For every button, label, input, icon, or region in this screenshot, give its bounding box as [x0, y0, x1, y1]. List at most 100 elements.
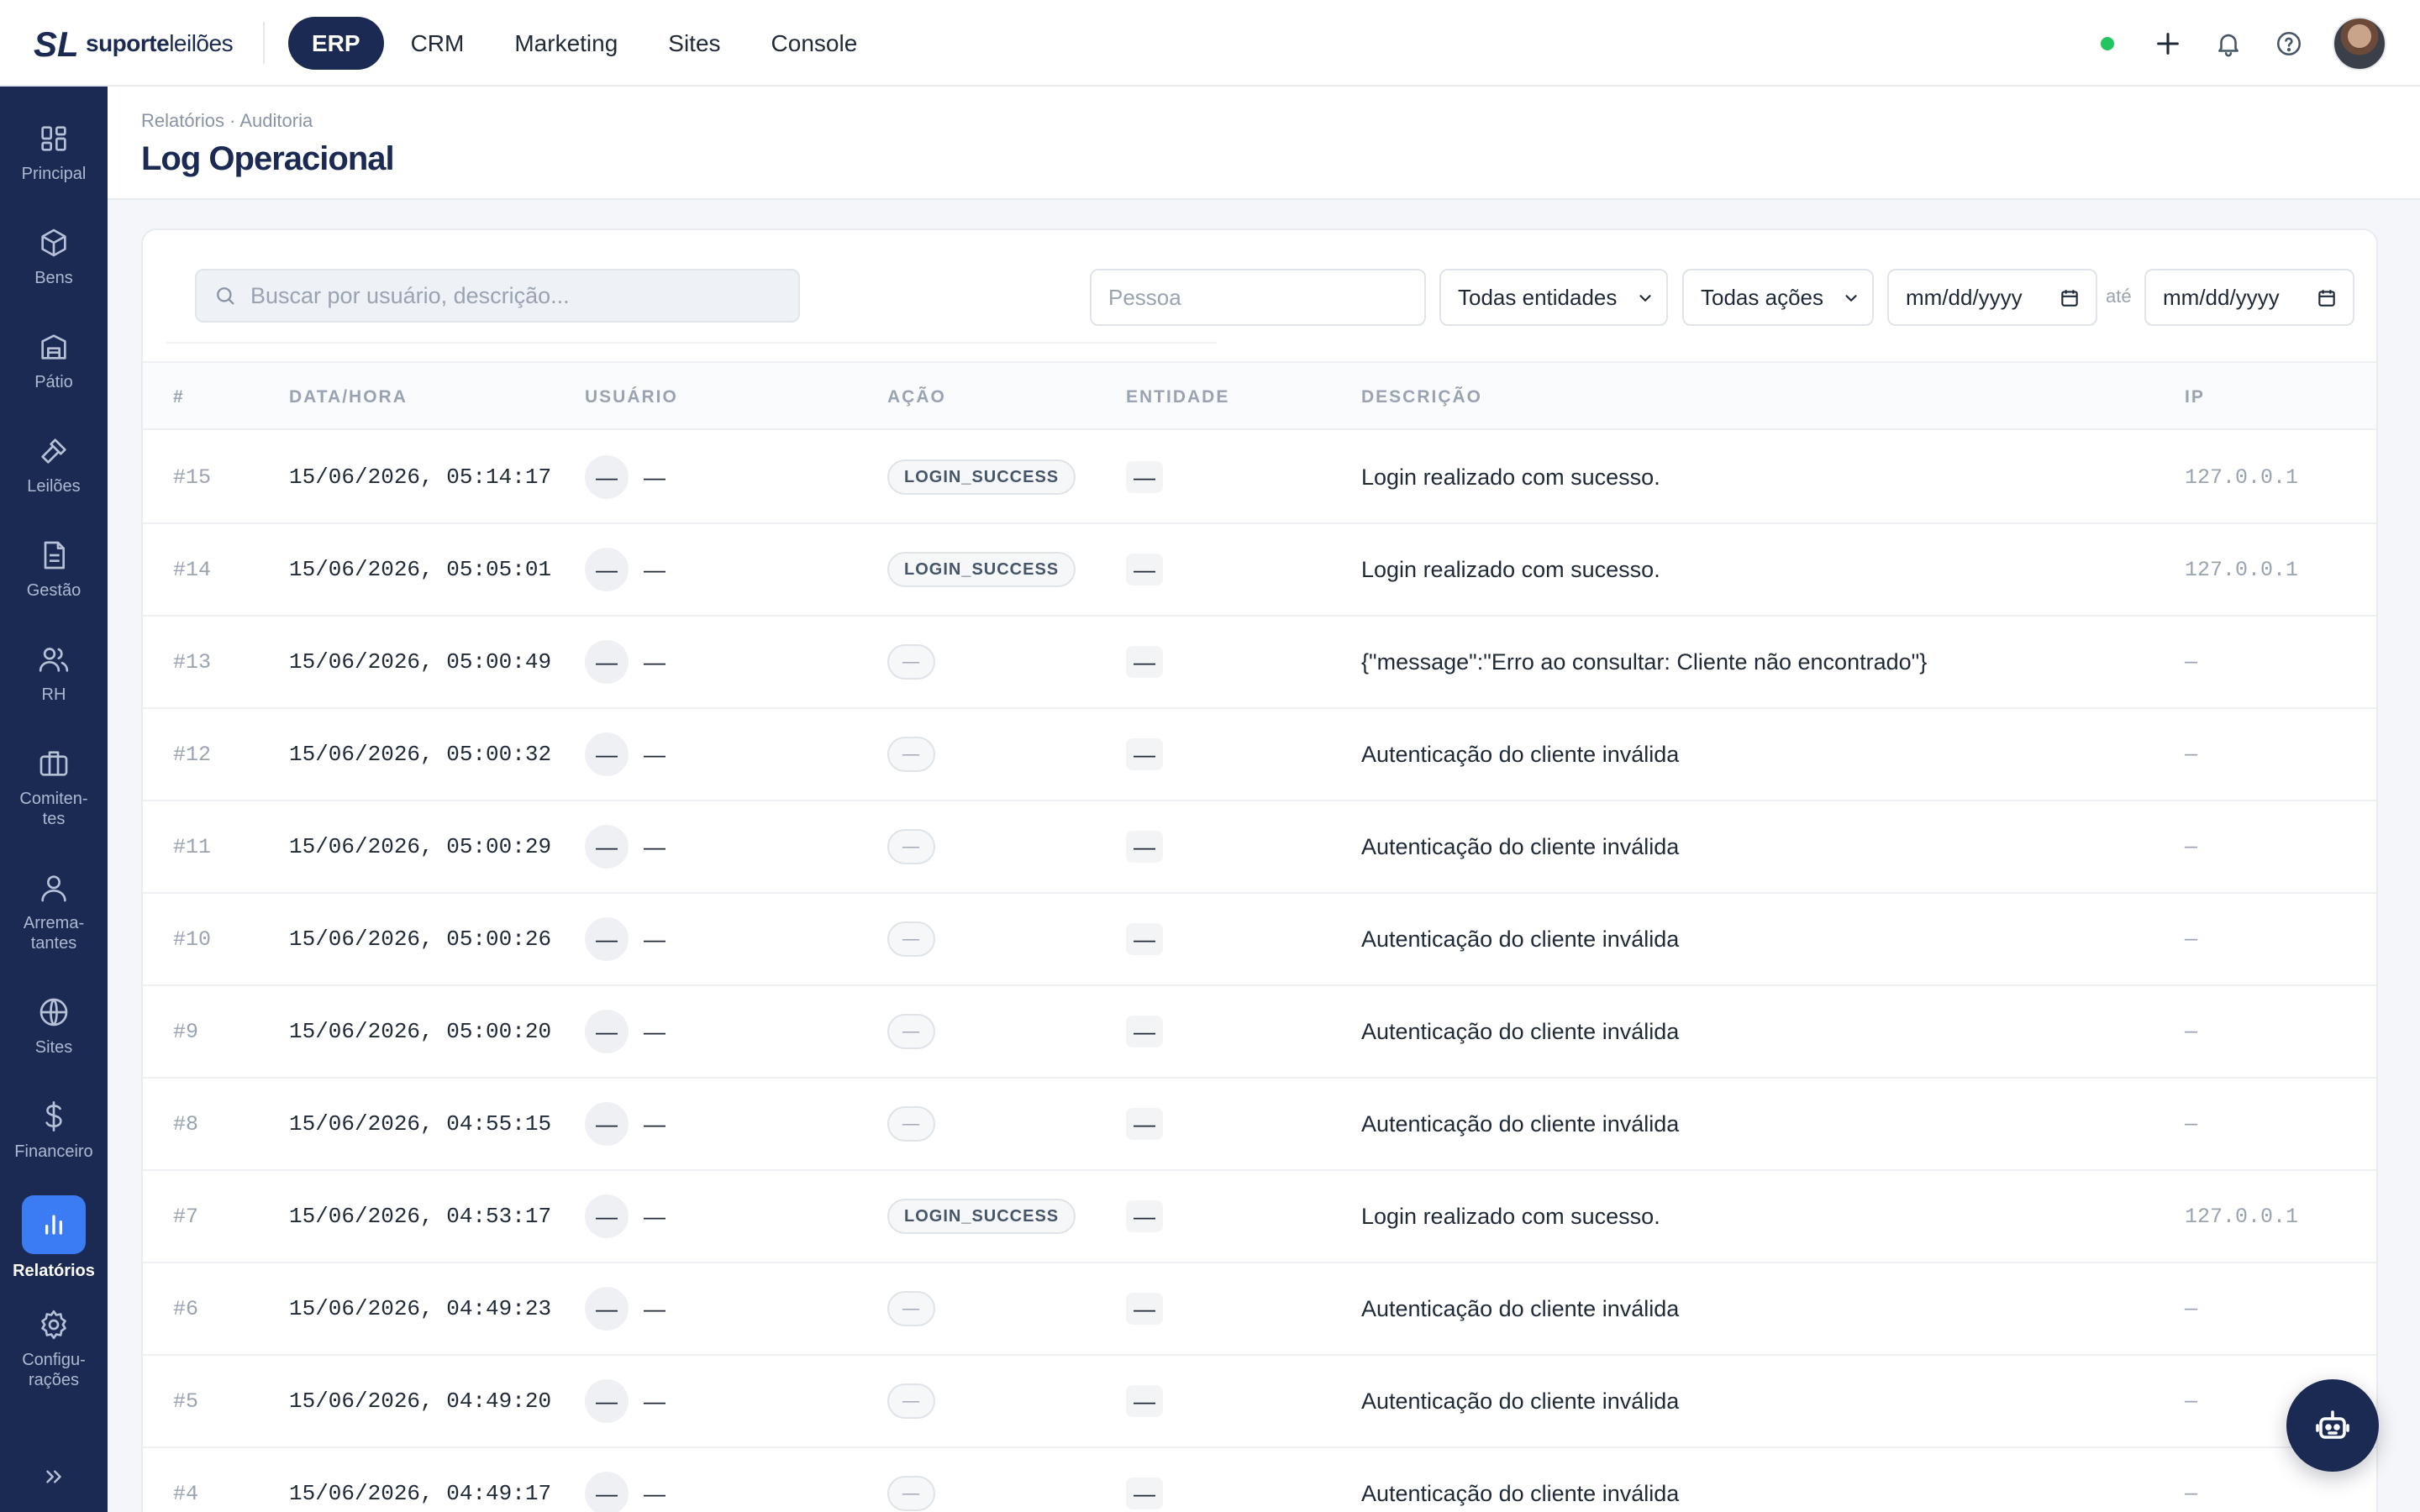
sidebar-item-configuracoes[interactable]: Configu- rações	[0, 1306, 108, 1390]
cell-description-text: Login realizado com sucesso.	[1361, 556, 1660, 582]
cell-ip-text: 127.0.0.1	[2185, 465, 2299, 490]
search-input[interactable]	[250, 282, 788, 309]
column-header-description[interactable]: DESCRIÇÃO	[1361, 363, 1482, 432]
table-row[interactable]: #12 15/06/2026, 05:00:32— — — — Autenticação …	[143, 709, 2376, 801]
chevron-down-icon	[1845, 295, 1857, 302]
sidebar-item-financeiro[interactable]: Financeiro	[0, 1098, 108, 1162]
cell-description-text: Autenticação do cliente inválida	[1361, 1018, 1680, 1044]
cell-entity: —	[1126, 1079, 1163, 1169]
action-badge: LOGIN_SUCCESS	[887, 1199, 1076, 1234]
table-row[interactable]: #10 15/06/2026, 05:00:26— — — — Autenticação …	[143, 894, 2376, 986]
column-header-datetime[interactable]: DATA/HORA	[289, 363, 408, 432]
table-row[interactable]: #6 15/06/2026, 04:49:23— — — — Autenticação d…	[143, 1263, 2376, 1356]
cell-entity: —	[1126, 709, 1163, 800]
nav-erp[interactable]: ERP	[288, 17, 384, 70]
sidebar-item-rh[interactable]: RH	[0, 641, 108, 705]
globe-icon	[35, 994, 72, 1031]
cell-entity: —	[1126, 1263, 1163, 1354]
cell-ip-text: —	[2185, 1481, 2198, 1506]
nav-sites[interactable]: Sites	[644, 17, 744, 70]
table-row[interactable]: #9 15/06/2026, 05:00:20— — — — Autenticação d…	[143, 986, 2376, 1079]
cell-description-text: Login realizado com sucesso.	[1361, 464, 1660, 490]
user-avatar-placeholder: —	[585, 732, 629, 776]
cell-id: #7	[173, 1171, 198, 1262]
table-row[interactable]: #4 15/06/2026, 04:49:17— — — — Autenticação d…	[143, 1448, 2376, 1512]
sidebar-item-bens[interactable]: Bens	[0, 224, 108, 288]
cell-id-text: #15	[173, 465, 212, 490]
cell-ip: —	[2185, 1448, 2197, 1512]
online-status-dot	[2101, 36, 2114, 50]
cell-ip: —	[2185, 1356, 2197, 1446]
user-name: —	[644, 464, 666, 490]
acao-select[interactable]: Todas ações	[1682, 269, 1874, 326]
column-header-ip[interactable]: IP	[2185, 363, 2205, 432]
cell-datetime-text: 15/06/2026, 05:00:29	[289, 834, 552, 859]
pessoa-input[interactable]: Pessoa	[1090, 269, 1426, 326]
column-header-id[interactable]: #	[173, 363, 185, 432]
sidebar-expand-button[interactable]	[0, 1458, 108, 1495]
cell-description-text: {"message":"Erro ao consultar: Cliente n…	[1361, 648, 1928, 675]
plus-icon[interactable]	[2151, 27, 2185, 60]
gear-icon	[35, 1306, 72, 1343]
cell-ip-text: —	[2185, 1296, 2198, 1321]
table-row[interactable]: #14 15/06/2026, 05:05:01— — LOGIN_SUCCESS — L…	[143, 524, 2376, 617]
entidade-select[interactable]: Todas entidades	[1439, 269, 1668, 326]
table-header: # DATA/HORA USUÁRIO AÇÃO ENTIDADE DESCRI…	[143, 361, 2376, 432]
sidebar-item-comitentes[interactable]: Comiten- tes	[0, 745, 108, 829]
cell-id-text: #8	[173, 1111, 199, 1137]
table-row[interactable]: #5 15/06/2026, 04:49:20— — — — Autenticação d…	[143, 1356, 2376, 1448]
nav-marketing[interactable]: Marketing	[491, 17, 641, 70]
cell-ip-text: —	[2185, 649, 2198, 675]
cell-id-text: #6	[173, 1296, 199, 1321]
cell-id: #15	[173, 432, 211, 522]
table-row[interactable]: #13 15/06/2026, 05:00:49— — — — {"message":"E…	[143, 617, 2376, 709]
sidebar-item-gestao[interactable]: Gestão	[0, 537, 108, 601]
gavel-icon	[35, 433, 72, 470]
bell-icon[interactable]	[2212, 27, 2245, 60]
date-from-input[interactable]: mm/dd/yyyy	[1887, 269, 2097, 326]
table-row[interactable]: #7 15/06/2026, 04:53:17— — LOGIN_SUCCESS — Lo…	[143, 1171, 2376, 1263]
sidebar-item-label: Relatórios	[13, 1262, 95, 1280]
cell-entity: —	[1126, 617, 1163, 707]
sidebar-item-leiloes[interactable]: Leilões	[0, 433, 108, 496]
calendar-icon[interactable]	[2059, 287, 2081, 309]
cell-description-text: Autenticação do cliente inválida	[1361, 1295, 1680, 1321]
table-row[interactable]: #8 15/06/2026, 04:55:15— — — — Autenticação d…	[143, 1079, 2376, 1171]
user-name: —	[644, 926, 666, 952]
date-to-input[interactable]: mm/dd/yyyy	[2144, 269, 2354, 326]
column-header-user[interactable]: USUÁRIO	[585, 363, 678, 432]
cell-ip-text: —	[2185, 1111, 2198, 1137]
breadcrumb[interactable]: Relatórios · Auditoria	[141, 110, 313, 132]
assistant-button[interactable]	[2286, 1379, 2379, 1472]
user-name: —	[644, 556, 666, 582]
user-avatar[interactable]	[2333, 16, 2386, 71]
cell-entity: —	[1126, 986, 1163, 1077]
cell-action: —	[887, 801, 935, 892]
sidebar-item-relatorios[interactable]: Relatórios	[0, 1195, 108, 1281]
nav-console[interactable]: Console	[748, 17, 881, 70]
sidebar-item-sites[interactable]: Sites	[0, 994, 108, 1058]
cell-id-text: #11	[173, 834, 212, 859]
user-name: —	[644, 833, 666, 859]
sidebar-item-arrematantes[interactable]: Arrema- tantes	[0, 869, 108, 953]
help-icon[interactable]	[2272, 27, 2306, 60]
brand-logo[interactable]: SL suporteleilões	[34, 24, 234, 64]
sidebar-item-patio[interactable]: Pátio	[0, 328, 108, 392]
cell-user: — —	[585, 1356, 666, 1446]
cell-user: — —	[585, 1448, 666, 1512]
cell-description: Autenticação do cliente inválida	[1361, 1263, 1679, 1354]
user-name: —	[644, 1018, 666, 1044]
action-badge: —	[887, 921, 935, 957]
column-header-action[interactable]: AÇÃO	[887, 363, 946, 432]
cell-description: Autenticação do cliente inválida	[1361, 1448, 1679, 1512]
cell-user: — —	[585, 524, 666, 615]
table-row[interactable]: #11 15/06/2026, 05:00:29— — — — Autenticação …	[143, 801, 2376, 894]
search-field[interactable]	[195, 269, 800, 323]
sidebar-item-principal[interactable]: Principal	[0, 120, 108, 184]
calendar-icon[interactable]	[2316, 287, 2338, 309]
user-avatar-placeholder: —	[585, 1194, 629, 1238]
nav-crm[interactable]: CRM	[387, 17, 488, 70]
column-header-entity[interactable]: ENTIDADE	[1126, 363, 1229, 432]
brand-name: suporteleilões	[86, 30, 234, 56]
table-row[interactable]: #15 15/06/2026, 05:14:17— — LOGIN_SUCCESS — L…	[143, 432, 2376, 524]
